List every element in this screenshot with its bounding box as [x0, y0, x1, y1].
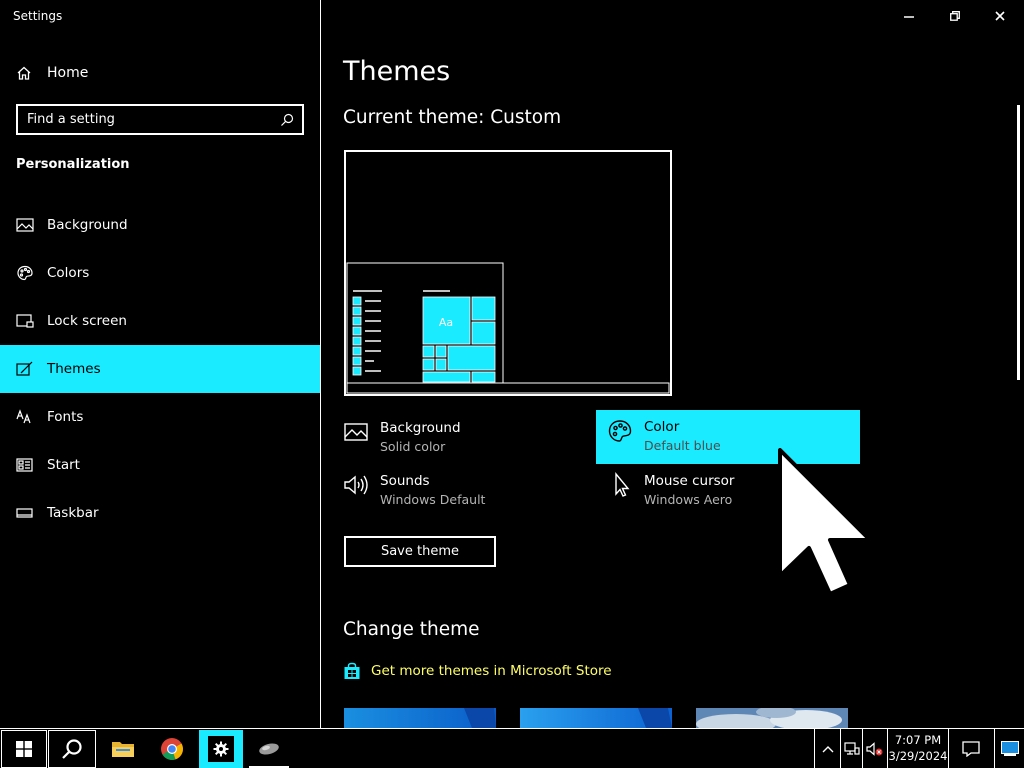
home-label: Home	[47, 65, 89, 81]
sidebar-item-themes[interactable]: Themes	[0, 345, 320, 393]
sidebar-item-taskbar[interactable]: Taskbar	[0, 489, 320, 537]
store-link[interactable]: Get more themes in Microsoft Store	[343, 662, 612, 680]
sidebar-item-fonts[interactable]: Fonts	[0, 393, 320, 441]
attr-title: Mouse cursor	[644, 473, 735, 489]
speaker-icon	[343, 472, 369, 498]
current-theme-heading: Current theme: Custom	[343, 107, 562, 128]
page-title: Themes	[343, 56, 451, 87]
window-title: Settings	[13, 9, 63, 23]
mouse-app-button[interactable]	[249, 730, 289, 768]
clock[interactable]: 7:07 PM 3/29/2024	[887, 729, 949, 768]
taskbar-search-button[interactable]	[48, 730, 96, 768]
network-icon	[843, 741, 860, 755]
sidebar-item-lock-screen[interactable]: Lock screen	[0, 297, 320, 345]
search-icon	[62, 739, 82, 759]
home-link[interactable]: Home	[16, 62, 88, 84]
chrome-icon	[161, 738, 183, 760]
attr-value: Windows Default	[380, 492, 486, 507]
image-icon	[343, 419, 369, 445]
sidebar-item-label: Fonts	[47, 409, 84, 425]
brush-icon	[16, 361, 33, 376]
restore-icon	[950, 11, 960, 21]
save-theme-button[interactable]: Save theme	[344, 536, 496, 567]
mouse-device-icon	[259, 743, 279, 755]
attr-value: Solid color	[380, 439, 446, 454]
theme-thumbnail-windows[interactable]	[344, 708, 496, 728]
close-icon	[995, 11, 1005, 21]
image-icon	[16, 218, 34, 232]
start-button[interactable]	[1, 730, 47, 768]
settings-app-tile	[208, 736, 234, 762]
windows-logo-icon	[16, 741, 32, 757]
home-icon	[17, 66, 31, 80]
folder-icon	[112, 742, 134, 757]
volume-button[interactable]	[862, 729, 887, 768]
clock-time: 7:07 PM	[894, 733, 942, 747]
theme-preview: Aa	[344, 150, 672, 396]
theme-thumbnail-windows-light[interactable]	[520, 708, 672, 728]
theme-background-setting[interactable]: Background Solid color	[343, 411, 583, 465]
sidebar-item-label: Background	[47, 217, 128, 233]
show-desktop-button[interactable]	[994, 729, 1024, 768]
change-theme-heading: Change theme	[343, 619, 480, 640]
start-icon	[16, 458, 33, 472]
sidebar-item-colors[interactable]: Colors	[0, 249, 320, 297]
sidebar-item-background[interactable]: Background	[0, 201, 320, 249]
sidebar: Settings Home Find a setting Personaliza…	[0, 0, 321, 728]
action-center-button[interactable]	[954, 729, 988, 768]
attr-title: Color	[644, 419, 680, 435]
store-bag-icon	[344, 662, 360, 679]
gear-icon	[213, 741, 229, 757]
preview-sample-text: Aa	[439, 316, 453, 329]
sidebar-item-label: Colors	[47, 265, 90, 281]
sidebar-item-start[interactable]: Start	[0, 441, 320, 489]
network-button[interactable]	[840, 729, 862, 768]
settings-taskbar-button[interactable]	[199, 730, 243, 768]
sidebar-item-label: Themes	[47, 361, 101, 377]
palette-icon	[607, 418, 633, 444]
close-button[interactable]	[977, 0, 1023, 32]
sidebar-item-label: Lock screen	[47, 313, 127, 329]
sidebar-item-label: Taskbar	[47, 505, 99, 521]
store-link-label: Get more themes in Microsoft Store	[371, 663, 612, 679]
pointer-icon	[607, 472, 633, 498]
section-title: Personalization	[16, 157, 130, 172]
font-icon	[16, 409, 31, 424]
restore-button[interactable]	[932, 0, 978, 32]
chrome-button[interactable]	[149, 730, 195, 768]
attr-value: Windows Aero	[644, 492, 733, 507]
lock-screen-icon	[16, 314, 34, 328]
palette-icon	[17, 265, 33, 281]
minimize-icon	[904, 16, 914, 18]
attr-title: Background	[380, 420, 461, 436]
notification-icon	[962, 740, 980, 757]
chevron-up-icon	[822, 745, 833, 752]
search-icon[interactable]	[280, 113, 294, 127]
sidebar-item-label: Start	[47, 457, 80, 473]
file-explorer-button[interactable]	[100, 730, 146, 768]
taskbar: 7:07 PM 3/29/2024	[0, 728, 1024, 768]
minimize-button[interactable]	[886, 0, 932, 32]
theme-thumbnail-flowers[interactable]	[696, 708, 848, 728]
attr-title: Sounds	[380, 473, 430, 489]
clock-date: 3/29/2024	[888, 749, 948, 763]
scrollbar[interactable]	[1017, 105, 1020, 380]
taskbar-icon	[16, 508, 33, 518]
search-input[interactable]: Find a setting	[16, 104, 304, 135]
search-placeholder: Find a setting	[27, 112, 115, 127]
show-hidden-icons-button[interactable]	[814, 729, 840, 768]
volume-muted-icon	[866, 741, 883, 756]
desktop-icon	[1000, 740, 1019, 756]
attr-value: Default blue	[644, 438, 721, 453]
theme-sounds-setting[interactable]: Sounds Windows Default	[343, 464, 583, 518]
theme-preview-graphic: Aa	[346, 262, 670, 394]
mouse-pointer-icon	[778, 448, 872, 596]
